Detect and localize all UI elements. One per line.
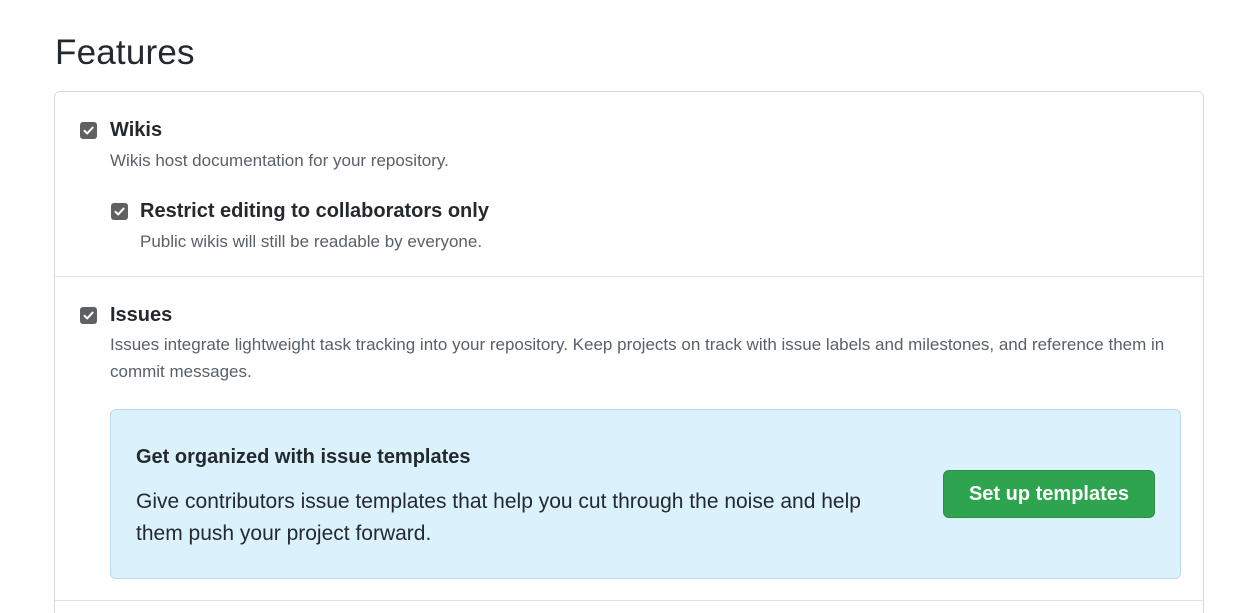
restrict-editing-description: Public wikis will still be readable by e…: [140, 232, 483, 251]
features-box: Wikis Wikis host documentation for your …: [54, 91, 1204, 613]
restrict-editing-label[interactable]: Restrict editing to collaborators only: [140, 200, 489, 223]
features-settings-page: Features Wikis Wikis host documentation …: [0, 0, 1234, 613]
issues-label[interactable]: Issues: [110, 304, 172, 327]
wikis-label[interactable]: Wikis: [110, 119, 162, 142]
section-divider: [55, 600, 1203, 601]
issues-checkbox[interactable]: [80, 307, 97, 324]
promo-title: Get organized with issue templates: [136, 446, 471, 468]
check-icon: [83, 126, 94, 135]
page-title: Features: [55, 33, 195, 72]
section-divider: [55, 276, 1203, 277]
promo-body: Give contributors issue templates that h…: [136, 490, 861, 545]
issues-description: Issues integrate lightweight task tracki…: [110, 335, 1165, 381]
wikis-description: Wikis host documentation for your reposi…: [110, 151, 449, 170]
wikis-checkbox[interactable]: [80, 122, 97, 139]
restrict-editing-checkbox[interactable]: [111, 203, 128, 220]
check-icon: [114, 207, 125, 216]
issue-templates-promo: Get organized with issue templates Give …: [110, 409, 1181, 579]
set-up-templates-button[interactable]: Set up templates: [943, 470, 1155, 518]
check-icon: [83, 311, 94, 320]
